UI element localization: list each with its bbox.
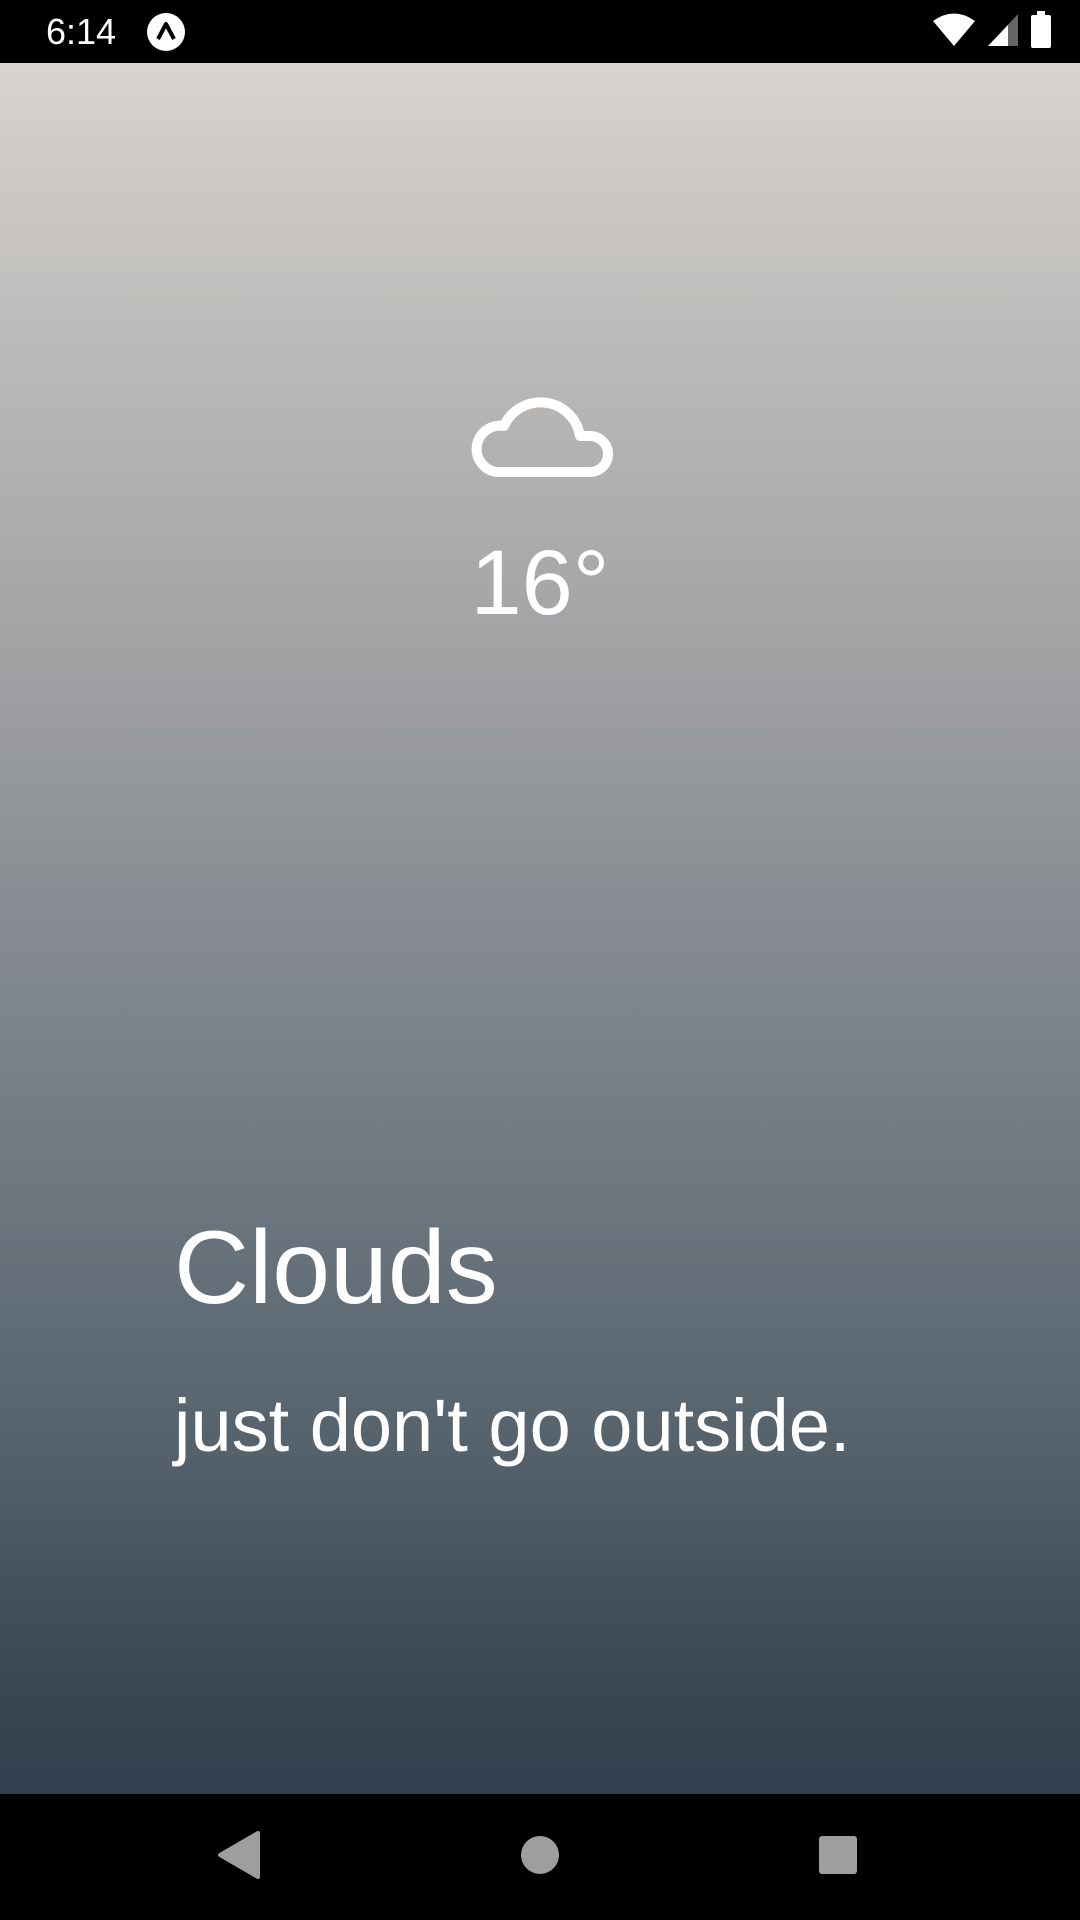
wifi-icon xyxy=(932,12,976,53)
back-icon xyxy=(216,1830,260,1884)
status-bar: 6:14 xyxy=(0,0,1080,63)
battery-icon xyxy=(1030,10,1052,54)
app-screen: 6:14 16° Clouds just don't go outside. xyxy=(0,0,1080,1920)
back-button[interactable] xyxy=(208,1827,268,1887)
recents-button[interactable] xyxy=(808,1827,868,1887)
home-button[interactable] xyxy=(510,1827,570,1887)
recents-icon xyxy=(818,1835,858,1880)
temperature: 16° xyxy=(470,532,610,634)
app-notification-icon xyxy=(146,12,186,52)
weather-content: 16° Clouds just don't go outside. xyxy=(0,63,1080,1794)
navigation-bar xyxy=(0,1794,1080,1920)
home-icon xyxy=(520,1835,560,1880)
signal-icon xyxy=(986,12,1020,53)
cloud-icon xyxy=(466,383,614,483)
weather-condition: Clouds xyxy=(174,1210,498,1326)
status-icons xyxy=(932,10,1052,54)
status-time: 6:14 xyxy=(46,11,117,52)
weather-message: just don't go outside. xyxy=(174,1384,851,1467)
